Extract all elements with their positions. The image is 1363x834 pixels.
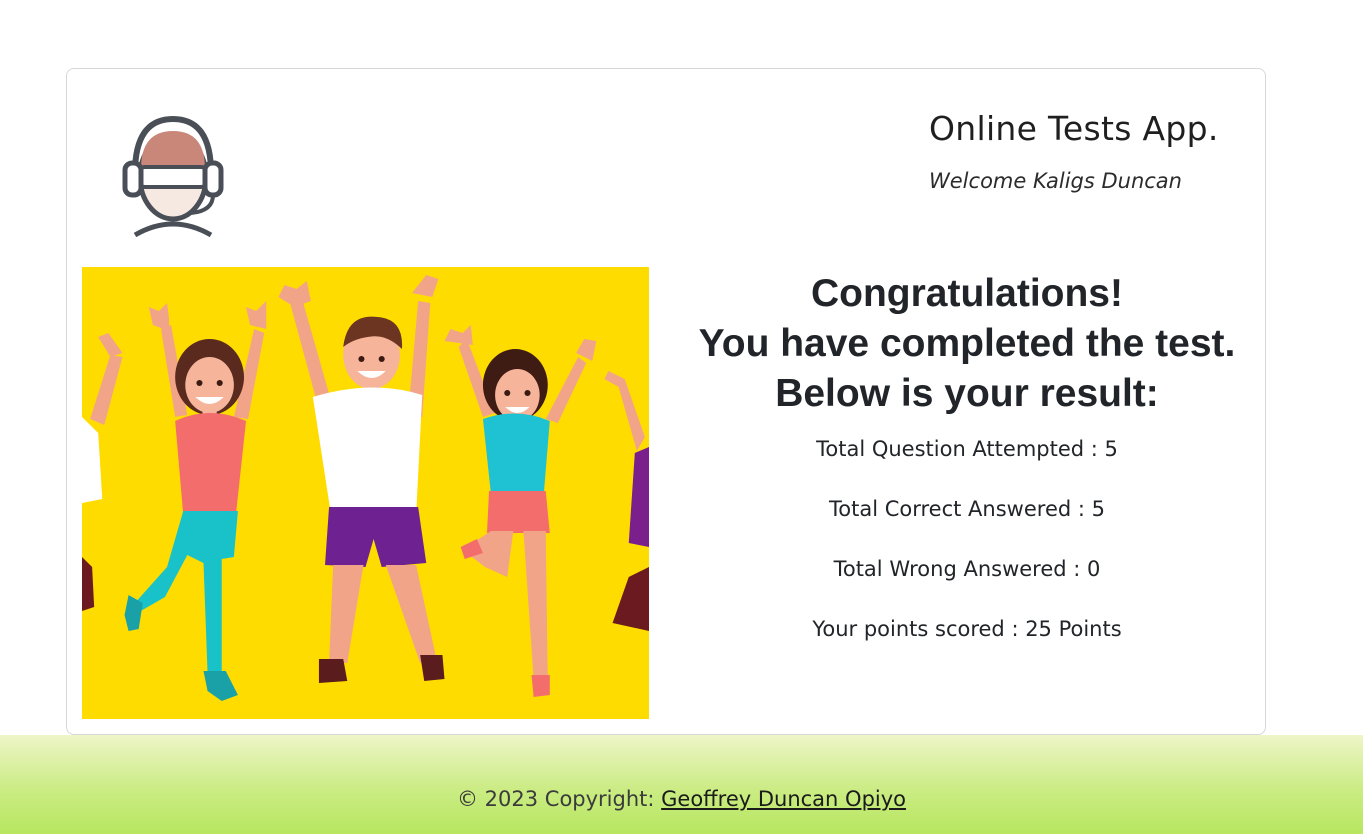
- stat-questions-attempted: Total Question Attempted : 5: [816, 437, 1118, 461]
- heading-line-congratulations: Congratulations!: [811, 272, 1123, 315]
- result-card: Online Tests App. Welcome Kaligs Duncan: [66, 68, 1266, 735]
- result-panel: Congratulations! You have completed the …: [667, 269, 1267, 673]
- stat-correct-answered: Total Correct Answered : 5: [829, 497, 1105, 521]
- author-link[interactable]: Geoffrey Duncan Opiyo: [661, 787, 906, 811]
- result-heading: Congratulations! You have completed the …: [667, 269, 1267, 419]
- heading-line-completed: You have completed the test.: [698, 322, 1236, 365]
- app-title: Online Tests App.: [929, 109, 1219, 148]
- headset-avatar-icon: [122, 115, 224, 238]
- welcome-message: Welcome Kaligs Duncan: [929, 169, 1182, 193]
- footer: © 2023 Copyright: Geoffrey Duncan Opiyo: [0, 735, 1363, 834]
- stat-points-scored: Your points scored : 25 Points: [812, 617, 1122, 641]
- copyright-prefix: © 2023 Copyright:: [456, 787, 662, 811]
- heading-line-below: Below is your result:: [775, 372, 1159, 415]
- celebrating-people-illustration: [82, 267, 649, 719]
- footer-copyright: © 2023 Copyright: Geoffrey Duncan Opiyo: [0, 787, 1363, 811]
- result-stats: Total Question Attempted : 5 Total Corre…: [667, 433, 1267, 673]
- stat-wrong-answered: Total Wrong Answered : 0: [833, 557, 1101, 581]
